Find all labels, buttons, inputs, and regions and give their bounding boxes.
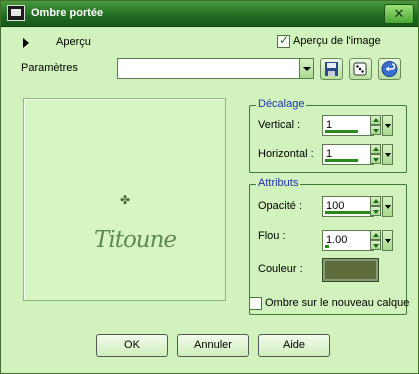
save-preset-button[interactable] <box>320 58 343 80</box>
spin-up-icon[interactable] <box>370 144 381 154</box>
spin-down-icon[interactable] <box>370 154 381 164</box>
floppy-disk-icon <box>325 62 338 76</box>
shadow-color-swatch[interactable] <box>322 258 379 282</box>
offset-group-title: Décalage <box>256 98 307 110</box>
spin-down-icon[interactable] <box>370 206 381 216</box>
random-button[interactable] <box>349 58 372 80</box>
vertical-spinner[interactable] <box>370 115 381 136</box>
spin-up-icon[interactable] <box>370 230 381 240</box>
close-button[interactable]: ✕ <box>384 4 414 24</box>
opacity-label: Opacité : <box>258 200 303 212</box>
blur-value: 1.00 <box>326 234 348 246</box>
blur-input[interactable]: 1.00 <box>322 230 374 251</box>
horizontal-spinner[interactable] <box>370 144 381 165</box>
preview-image-checkbox[interactable] <box>277 33 290 48</box>
attributes-group-title: Attributs <box>256 177 301 189</box>
new-layer-checkbox[interactable] <box>249 297 262 310</box>
preview-pane: ✤ Titoune <box>23 98 226 301</box>
spin-down-icon[interactable] <box>370 240 381 250</box>
spin-down-icon[interactable] <box>370 125 381 135</box>
blur-label: Flou : <box>258 230 286 242</box>
opacity-slider-bar <box>325 211 371 214</box>
title-bar[interactable]: Ombre portée ✕ <box>1 1 418 27</box>
opacity-input[interactable]: 100 <box>322 196 374 217</box>
settings-label: Paramètres <box>21 62 78 74</box>
spin-up-icon[interactable] <box>370 115 381 125</box>
chevron-down-icon[interactable] <box>299 59 313 78</box>
horizontal-input[interactable]: 1 <box>322 144 374 165</box>
dialog-body: Aperçu Aperçu de l'image Paramètres <box>1 28 418 373</box>
drop-shadow-dialog: Ombre portée ✕ Aperçu Aperçu de l'image … <box>0 0 419 374</box>
vertical-label: Vertical : <box>258 119 301 131</box>
horizontal-slider-bar <box>325 159 358 162</box>
app-icon <box>7 5 25 21</box>
signature-text: Titoune <box>94 227 177 253</box>
undo-arrow-icon <box>381 61 398 77</box>
color-label: Couleur : <box>258 263 303 275</box>
ok-button[interactable]: OK <box>96 334 168 357</box>
settings-combo[interactable] <box>117 58 314 79</box>
preview-image-label: Aperçu de l'image <box>293 35 381 47</box>
vertical-dropdown-arrow-icon[interactable] <box>382 115 393 136</box>
opacity-dropdown-arrow-icon[interactable] <box>382 196 393 217</box>
new-layer-label: Ombre sur le nouveau calque <box>265 297 410 309</box>
blur-spinner[interactable] <box>370 230 381 251</box>
blur-slider-bar <box>325 245 329 248</box>
attributes-group: Attributs Opacité : 100 Flou : 1.00 Coul <box>249 177 407 315</box>
preview-toggle-label[interactable]: Aperçu <box>56 36 91 48</box>
vertical-slider-bar <box>325 130 358 133</box>
reset-button[interactable] <box>378 58 401 80</box>
spin-up-icon[interactable] <box>370 196 381 206</box>
help-button[interactable]: Aide <box>258 334 330 357</box>
opacity-spinner[interactable] <box>370 196 381 217</box>
dice-icon <box>353 62 367 76</box>
clover-ornament: ✤ <box>120 193 131 207</box>
horizontal-dropdown-arrow-icon[interactable] <box>382 144 393 165</box>
cancel-button[interactable]: Annuler <box>177 334 249 357</box>
blur-dropdown-arrow-icon[interactable] <box>382 230 393 251</box>
offset-group: Décalage Vertical : 1 Horizontal : 1 <box>249 98 407 173</box>
vertical-input[interactable]: 1 <box>322 115 374 136</box>
expand-arrow-icon[interactable] <box>23 38 29 48</box>
window-title: Ombre portée <box>31 7 104 19</box>
horizontal-label: Horizontal : <box>258 148 314 160</box>
